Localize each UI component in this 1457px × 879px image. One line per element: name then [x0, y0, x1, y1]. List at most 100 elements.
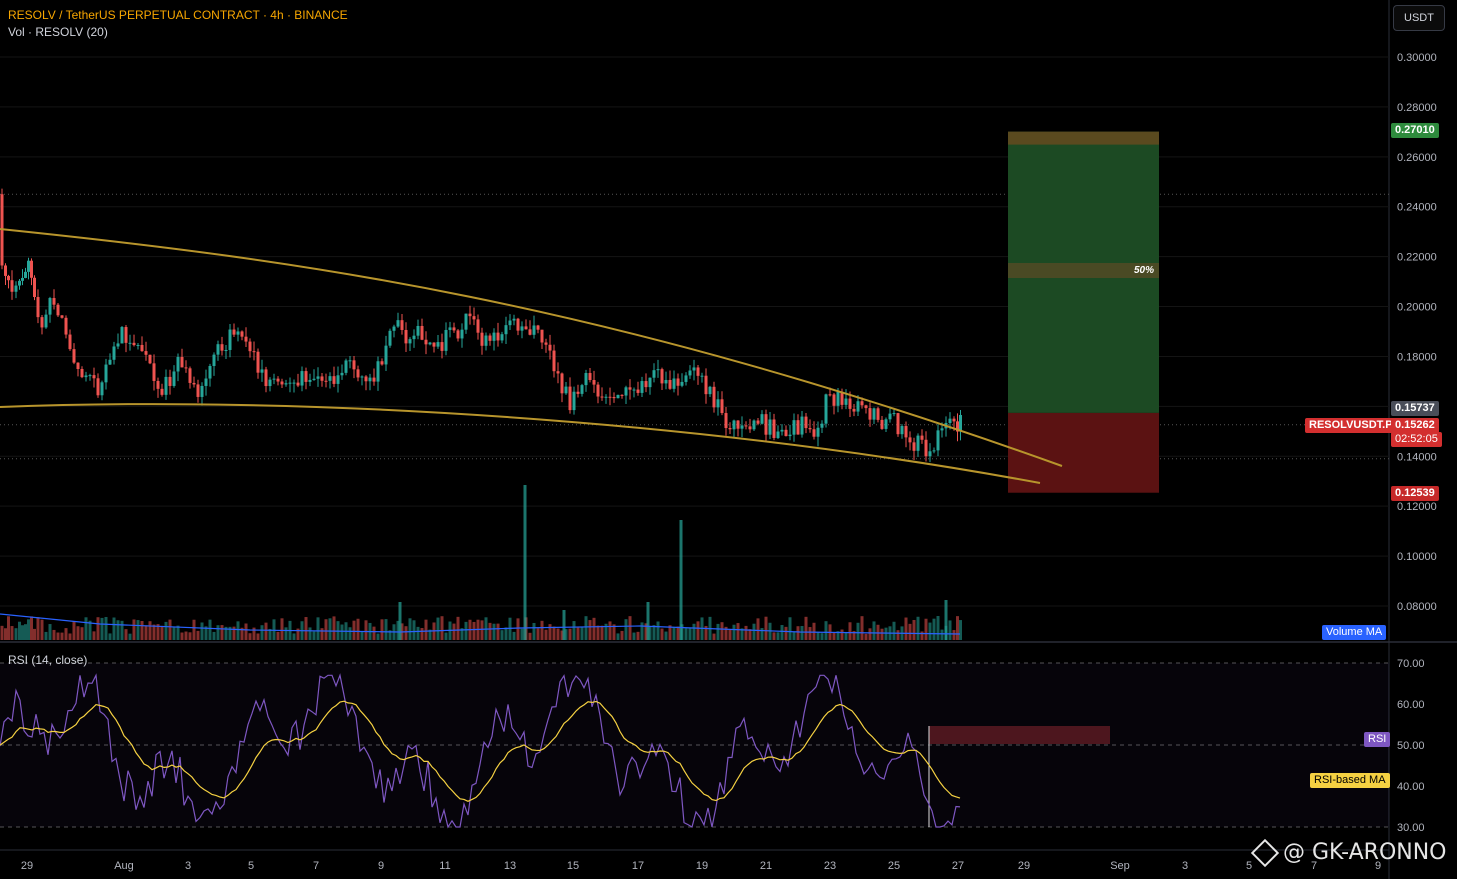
unit-selector[interactable]: USDT	[1393, 5, 1445, 31]
volume-bar	[616, 633, 620, 640]
candle-body	[496, 332, 500, 341]
candle-body	[444, 329, 448, 351]
candle-body	[232, 329, 236, 335]
candle-body	[508, 320, 512, 326]
volume-bar	[480, 620, 484, 640]
volume-bar	[200, 622, 204, 640]
volume-bar	[536, 628, 540, 640]
volume-bar	[592, 617, 596, 640]
volume-bar	[820, 633, 824, 640]
rsi-tag: RSI	[1364, 732, 1391, 747]
volume-bar	[872, 621, 876, 640]
volume-bars	[0, 485, 962, 640]
candle-body	[760, 414, 764, 424]
candle-body	[27, 260, 30, 272]
volume-bar	[928, 622, 932, 640]
candle-body	[21, 277, 24, 281]
candle-body	[924, 439, 928, 457]
candle-body	[100, 382, 104, 396]
volume-bar	[136, 620, 140, 640]
candle-body	[212, 354, 216, 367]
price-tick-label: 0.22000	[1397, 252, 1437, 264]
volume-bar	[892, 621, 896, 640]
candle-body	[744, 425, 748, 427]
volume-bar	[76, 626, 80, 640]
candle-body	[528, 329, 532, 335]
watermark: @ GK-ARONNO	[1250, 838, 1447, 868]
time-tick-label: 25	[888, 860, 900, 872]
time-tick-label: 9	[378, 860, 384, 872]
candle-body	[856, 401, 860, 412]
candle-body	[272, 378, 276, 380]
candle-body	[776, 431, 780, 438]
volume-bar	[40, 619, 44, 640]
target-band	[1008, 131, 1159, 145]
candle-body	[240, 331, 244, 337]
volume-bar	[4, 628, 7, 640]
candle-body	[928, 451, 932, 457]
volume-bar	[116, 620, 120, 640]
candle-body	[360, 376, 364, 378]
volume-bar	[332, 616, 336, 640]
candle-body	[820, 423, 824, 428]
candle-body	[704, 375, 708, 395]
volume-bar	[124, 629, 128, 640]
candle-body	[380, 361, 384, 365]
volume-bar	[664, 631, 668, 640]
volume-bar	[472, 621, 476, 640]
last-price-tag: 0.15262	[1391, 418, 1439, 433]
volume-bar	[36, 617, 40, 640]
time-tick-label: 3	[1182, 860, 1188, 872]
candle-body	[448, 327, 452, 330]
candle-body	[872, 408, 876, 420]
volume-bar	[672, 627, 676, 640]
volume-bar	[292, 633, 296, 640]
volume-bar	[436, 617, 440, 640]
candle-body	[256, 351, 260, 373]
candle-body	[908, 437, 912, 443]
volume-bar	[544, 629, 548, 640]
candle-body	[824, 394, 828, 424]
support-curve	[0, 403, 1041, 484]
candle-body	[33, 277, 36, 298]
candle-body	[512, 318, 516, 321]
volume-bar	[404, 626, 408, 640]
candle-body	[60, 315, 64, 318]
volume-bar	[196, 630, 200, 640]
volume-bar	[304, 617, 308, 640]
candle-body	[552, 350, 556, 372]
candle-body	[792, 420, 796, 435]
target-price-tag: 0.27010	[1391, 123, 1439, 138]
volume-bar	[192, 619, 196, 640]
candle-body	[732, 420, 736, 430]
candle-body	[688, 370, 692, 376]
candle-body	[276, 378, 280, 382]
candle-body	[644, 381, 648, 388]
volume-bar	[804, 616, 808, 640]
candle-body	[712, 386, 716, 408]
time-tick-label: 13	[504, 860, 516, 872]
chart-canvas[interactable]: 0.30000 0.28000 0.26000 0.24000 0.22000 0.200…	[0, 0, 1457, 879]
volume-bar	[328, 618, 332, 640]
candle-body	[540, 329, 544, 343]
mid-level-label: 50%	[1134, 265, 1155, 276]
candle-body	[788, 434, 792, 437]
candle-body	[14, 285, 18, 292]
candle-body	[364, 376, 368, 382]
candle-body	[520, 326, 524, 331]
candle-body	[416, 325, 420, 336]
position-zones[interactable]	[1008, 131, 1159, 493]
volume-bar	[444, 632, 448, 640]
volume-bar	[356, 618, 360, 640]
candle-body	[156, 380, 160, 389]
candle-body	[940, 428, 944, 431]
time-axis[interactable]: 29 Aug 3 5 7 9 11 13 15 17 19 21 23 25 27 29 Sep 3 5 7 9	[0, 849, 1389, 872]
candle-body	[684, 375, 688, 382]
time-tick-label: 15	[567, 860, 579, 872]
candle-body	[628, 387, 632, 390]
volume-spike	[398, 602, 402, 640]
candle-body	[140, 344, 144, 352]
volume-bar	[540, 620, 544, 640]
volume-bar	[48, 624, 52, 640]
volume-bar	[948, 620, 952, 640]
